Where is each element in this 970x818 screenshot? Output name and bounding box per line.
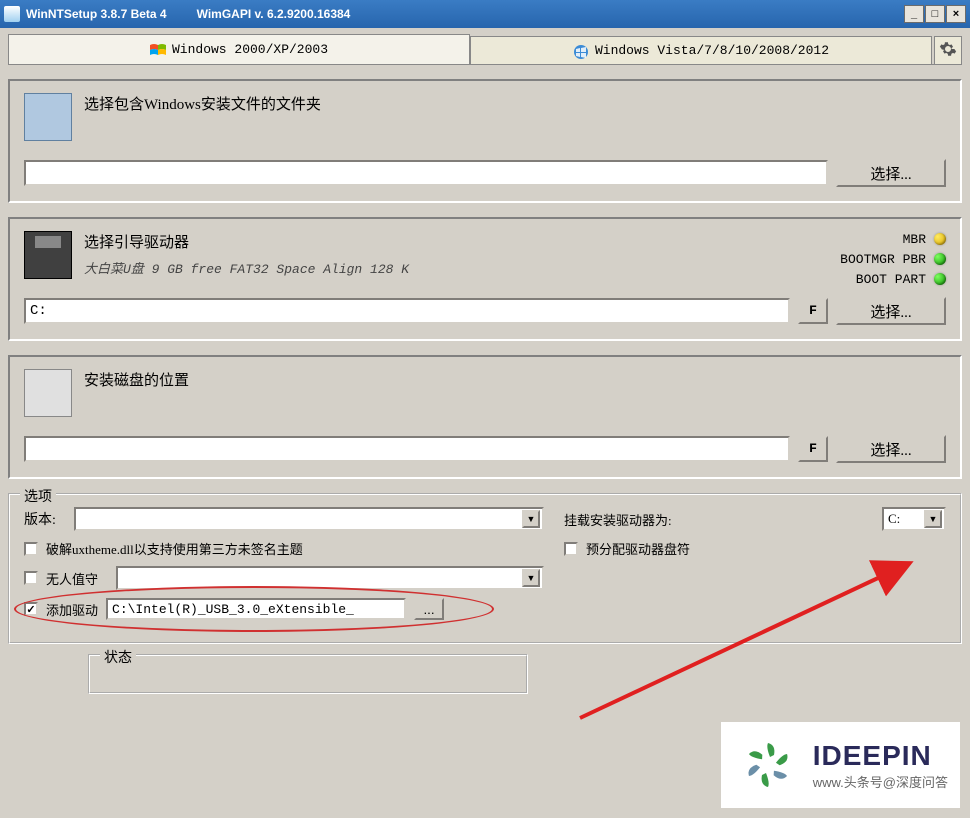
panel-source: 选择包含Windows安装文件的文件夹 选择... xyxy=(8,79,962,203)
dropdown-arrow-icon: ▼ xyxy=(522,569,540,587)
adddriver-checkbox[interactable] xyxy=(24,602,38,616)
options-group: 选项 版本: ▼ 破解uxtheme.dll以支持使用第三方未签名主题 无人值守… xyxy=(8,493,962,644)
driver-path-input[interactable] xyxy=(106,598,406,620)
mount-label: 挂载安装驱动器为: xyxy=(564,510,874,529)
titlebar: WinNTSetup 3.8.7 Beta 4 WimGAPI v. 6.2.9… xyxy=(0,0,970,28)
settings-button[interactable] xyxy=(934,36,962,64)
watermark-sub: www.头条号@深度问答 xyxy=(813,772,948,791)
panel-source-title: 选择包含Windows安装文件的文件夹 xyxy=(84,93,946,114)
mount-value: C: xyxy=(888,511,900,527)
panel-boot-title: 选择引导驱动器 xyxy=(84,231,946,252)
api-version: WimGAPI v. 6.2.9200.16384 xyxy=(197,7,351,21)
boot-f-button[interactable]: F xyxy=(798,298,828,324)
uxtheme-checkbox[interactable] xyxy=(24,542,38,556)
version-label: 版本: xyxy=(24,509,66,529)
swirl-logo-icon xyxy=(733,730,803,800)
driver-browse-button[interactable]: ... xyxy=(414,598,444,620)
boot-status-lights: MBR BOOTMGR PBR BOOT PART xyxy=(840,229,946,289)
tab-content: 选择包含Windows安装文件的文件夹 选择... MBR BOOTMGR PB… xyxy=(8,64,962,702)
windows-flag-icon xyxy=(150,43,166,57)
unattend-checkbox[interactable] xyxy=(24,571,38,585)
prealloc-checkbox[interactable] xyxy=(564,542,578,556)
tabbar: Windows 2000/XP/2003 Windows Vista/7/8/1… xyxy=(0,28,970,64)
options-legend: 选项 xyxy=(20,486,56,506)
boot-select-button[interactable]: 选择... xyxy=(836,297,946,325)
mbr-label: MBR xyxy=(903,232,926,247)
unattend-dropdown[interactable]: ▼ xyxy=(116,566,544,590)
install-select-button[interactable]: 选择... xyxy=(836,435,946,463)
mount-dropdown[interactable]: C: ▼ xyxy=(882,507,946,531)
panel-boot: MBR BOOTMGR PBR BOOT PART 选择引导驱动器 大白菜U盘 … xyxy=(8,217,962,341)
source-select-button[interactable]: 选择... xyxy=(836,159,946,187)
source-path-input[interactable] xyxy=(24,160,828,186)
gear-icon xyxy=(939,40,957,62)
floppy-icon xyxy=(24,231,72,279)
panel-boot-sub: 大白菜U盘 9 GB free FAT32 Space Align 128 K xyxy=(84,258,946,277)
install-path-input[interactable] xyxy=(24,436,790,462)
tab-label: Windows 2000/XP/2003 xyxy=(172,42,328,57)
pbr-label: BOOTMGR PBR xyxy=(840,252,926,267)
windows-orb-icon xyxy=(573,44,589,58)
uxtheme-label: 破解uxtheme.dll以支持使用第三方未签名主题 xyxy=(46,539,303,558)
watermark: IDEEPIN www.头条号@深度问答 xyxy=(721,722,960,808)
part-label: BOOT PART xyxy=(856,272,926,287)
version-dropdown[interactable]: ▼ xyxy=(74,507,544,531)
adddriver-label: 添加驱动 xyxy=(46,600,98,619)
tab-label: Windows Vista/7/8/10/2008/2012 xyxy=(595,43,829,58)
pbr-light-icon xyxy=(934,253,946,265)
install-f-button[interactable]: F xyxy=(798,436,828,462)
close-button[interactable]: × xyxy=(946,5,966,23)
panel-install-title: 安装磁盘的位置 xyxy=(84,369,946,390)
mbr-light-icon xyxy=(934,233,946,245)
unattend-label: 无人值守 xyxy=(46,569,98,588)
boot-drive-input[interactable] xyxy=(24,298,790,324)
status-legend: 状态 xyxy=(100,647,136,667)
dropdown-arrow-icon: ▼ xyxy=(522,510,540,528)
tab-win-legacy[interactable]: Windows 2000/XP/2003 xyxy=(8,34,470,64)
watermark-brand: IDEEPIN xyxy=(813,740,948,772)
panel-install: 安装磁盘的位置 F 选择... xyxy=(8,355,962,479)
folder-icon xyxy=(24,93,72,141)
disk-icon xyxy=(24,369,72,417)
status-group: 状态 xyxy=(88,654,528,694)
app-icon xyxy=(4,6,20,22)
prealloc-label: 预分配驱动器盘符 xyxy=(586,539,690,558)
part-light-icon xyxy=(934,273,946,285)
window-title: WinNTSetup 3.8.7 Beta 4 xyxy=(26,7,167,21)
dropdown-arrow-icon: ▼ xyxy=(924,510,942,528)
tab-win-modern[interactable]: Windows Vista/7/8/10/2008/2012 xyxy=(470,36,932,64)
maximize-button[interactable]: □ xyxy=(925,5,945,23)
minimize-button[interactable]: _ xyxy=(904,5,924,23)
